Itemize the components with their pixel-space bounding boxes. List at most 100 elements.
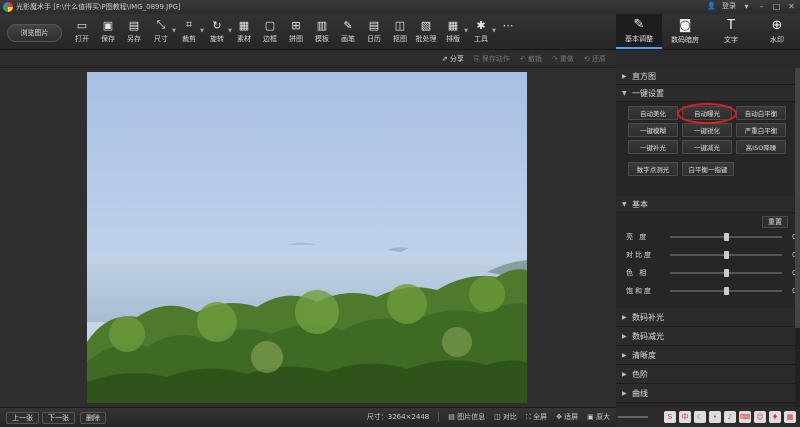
- section-curves[interactable]: ▶ 曲线: [616, 384, 800, 403]
- tool-brush[interactable]: ✎ 画笔: [335, 17, 361, 47]
- tool-wrench[interactable]: ✱ 工具 ▼: [467, 17, 496, 47]
- tool-open[interactable]: ▭ 打开: [69, 17, 95, 47]
- tab-watermark[interactable]: ⊕ 水印: [754, 14, 800, 49]
- next-image-button[interactable]: 下一张: [42, 412, 75, 424]
- shirt-icon[interactable]: ♦: [769, 411, 781, 423]
- delete-button[interactable]: 删除: [80, 412, 106, 424]
- chevron-right-icon: ▶: [622, 389, 627, 397]
- tool-layout[interactable]: ▦ 排版 ▼: [439, 17, 468, 47]
- dot-icon[interactable]: •: [709, 411, 721, 423]
- moon-icon[interactable]: ☾: [694, 411, 706, 423]
- section-basic[interactable]: ▼ 基本: [616, 196, 800, 213]
- section-title: 直方图: [632, 71, 656, 81]
- tool-resize[interactable]: ⤡ 尺寸 ▼: [147, 17, 176, 47]
- login-link[interactable]: 登录: [722, 1, 736, 11]
- one-click-blur-button[interactable]: 一键模糊: [628, 123, 678, 137]
- slider-thumb[interactable]: [723, 233, 729, 241]
- fullscreen-button[interactable]: ⛶ 全屏: [526, 412, 547, 422]
- severe-white-balance-button[interactable]: 严重白平衡: [736, 123, 786, 137]
- one-click-sharpen-button[interactable]: 一键锐化: [682, 123, 732, 137]
- basic-sliders: 重置 亮 度0 对比度0 色 相0 饱和度0: [616, 213, 800, 300]
- slider-track[interactable]: [670, 269, 782, 277]
- image-canvas[interactable]: [0, 68, 616, 407]
- section-histogram[interactable]: ▶ 直方图: [616, 68, 800, 85]
- user-icon[interactable]: 👤: [707, 2, 716, 10]
- layout-icon: ▦: [447, 18, 459, 32]
- panel-scrollbar[interactable]: [795, 68, 800, 408]
- undo-button[interactable]: ↶ 撤销: [520, 54, 542, 64]
- user-icon[interactable]: ☺: [754, 411, 766, 423]
- photo[interactable]: [87, 72, 527, 403]
- tool-save[interactable]: ▣ 保存: [95, 17, 121, 47]
- tool-rotate[interactable]: ↻ 旋转 ▼: [203, 17, 232, 47]
- chinese-icon[interactable]: 中: [679, 411, 691, 423]
- more-icon: ⋯: [502, 18, 514, 32]
- section-clarity[interactable]: ▶ 清晰度: [616, 346, 800, 365]
- fit-screen-button[interactable]: ✥ 适屏: [556, 412, 578, 422]
- fullscreen-label: 全屏: [533, 413, 548, 421]
- slider-thumb[interactable]: [723, 269, 729, 277]
- tab-darkroom[interactable]: ◙ 数码暗房: [662, 14, 708, 49]
- auto-beautify-button[interactable]: 自动美化: [628, 106, 678, 120]
- cutout-icon: ◫: [394, 18, 406, 32]
- close-icon[interactable]: ✕: [787, 2, 796, 11]
- right-tabs: ✎ 基本调整 ◙ 数码暗房 T 文字 ⊕ 水印: [616, 14, 800, 50]
- rotate-icon: ↻: [212, 18, 222, 32]
- tool-cutout[interactable]: ◫ 抠图: [387, 17, 413, 47]
- tool-frame[interactable]: ▢ 边框: [257, 17, 283, 47]
- compare-button[interactable]: ◫ 对比: [494, 412, 517, 422]
- grid-icon[interactable]: ▦: [784, 411, 796, 423]
- adjust-panel: ▶ 直方图 ▼ 一键设置 自动美化 自动曝光 自动白平衡 一键模糊 一键锐化 严重白…: [616, 68, 800, 427]
- tool-save-as[interactable]: ▤ 另存: [121, 17, 147, 47]
- title-bar: 光影魔术手 [F:\什么值得买\P图教程\IMG_0899.JPG] 👤 登录 …: [0, 0, 800, 14]
- spot-metering-button[interactable]: 数字点测光: [628, 162, 678, 176]
- actual-size-button[interactable]: ▣ 原大: [587, 412, 610, 422]
- white-balance-picker-button[interactable]: 白平衡一指键: [682, 162, 734, 176]
- scrollbar-thumb[interactable]: [795, 68, 800, 328]
- minimize-icon[interactable]: –: [757, 2, 766, 11]
- text-icon: T: [727, 18, 735, 33]
- reset-button[interactable]: 重置: [762, 216, 788, 228]
- input-method-icon[interactable]: S: [664, 411, 676, 423]
- maximize-icon[interactable]: □: [772, 2, 781, 11]
- keyboard-icon[interactable]: ⌨: [739, 411, 751, 423]
- tool-more[interactable]: ⋯: [495, 17, 521, 47]
- tab-label: 数码暗房: [671, 36, 699, 44]
- section-levels[interactable]: ▶ 色阶: [616, 365, 800, 384]
- tool-crop[interactable]: ⌗ 裁剪 ▼: [175, 17, 204, 47]
- slider-thumb[interactable]: [723, 251, 729, 259]
- slider-track[interactable]: [670, 287, 782, 295]
- save-action-button[interactable]: ⎘ 保存动作: [474, 54, 510, 64]
- slider-track[interactable]: [670, 251, 782, 259]
- tool-label: 旋转: [210, 35, 224, 43]
- auto-white-balance-button[interactable]: 自动白平衡: [736, 106, 786, 120]
- auto-exposure-button[interactable]: 自动曝光: [677, 103, 737, 124]
- slider-track[interactable]: [670, 233, 782, 241]
- slider-thumb[interactable]: [723, 287, 729, 295]
- section-oneclick[interactable]: ▼ 一键设置: [616, 85, 800, 102]
- tool-template[interactable]: ▥ 模板: [309, 17, 335, 47]
- skin-icon[interactable]: ▾: [742, 2, 751, 11]
- mic-icon[interactable]: ♪: [724, 411, 736, 423]
- tool-material[interactable]: ▦ 素材: [231, 17, 257, 47]
- tab-basic-adjust[interactable]: ✎ 基本调整: [616, 14, 662, 49]
- tool-collage[interactable]: ⊞ 拼图: [283, 17, 309, 47]
- browse-images-button[interactable]: 浏览图片: [7, 24, 62, 42]
- share-button[interactable]: ⇗ 分享: [442, 54, 464, 64]
- section-digital-fill-light[interactable]: ▶ 数码补光: [616, 308, 800, 327]
- redo-button[interactable]: ↷ 重做: [552, 54, 574, 64]
- tool-label: 排版: [446, 35, 460, 43]
- collage-icon: ⊞: [291, 18, 301, 32]
- one-click-fill-light-button[interactable]: 一键补光: [628, 140, 678, 154]
- prev-image-button[interactable]: 上一张: [6, 412, 39, 424]
- one-click-reduce-light-button[interactable]: 一键减光: [682, 140, 732, 154]
- high-iso-denoise-button[interactable]: 高ISO降噪: [736, 140, 786, 154]
- tool-batch[interactable]: ▧ 批处理: [413, 17, 439, 47]
- section-digital-reduce-light[interactable]: ▶ 数码减光: [616, 327, 800, 346]
- image-info-button[interactable]: ▤ 图片信息: [448, 412, 485, 422]
- tab-text[interactable]: T 文字: [708, 14, 754, 49]
- zoom-slider[interactable]: [618, 416, 648, 418]
- restore-button[interactable]: ⟲ 还原: [584, 54, 606, 64]
- tool-calendar[interactable]: ▤ 日历: [361, 17, 387, 47]
- oneclick-grid: 自动美化 自动曝光 自动白平衡 一键模糊 一键锐化 严重白平衡 一键补光 一键减…: [628, 103, 800, 154]
